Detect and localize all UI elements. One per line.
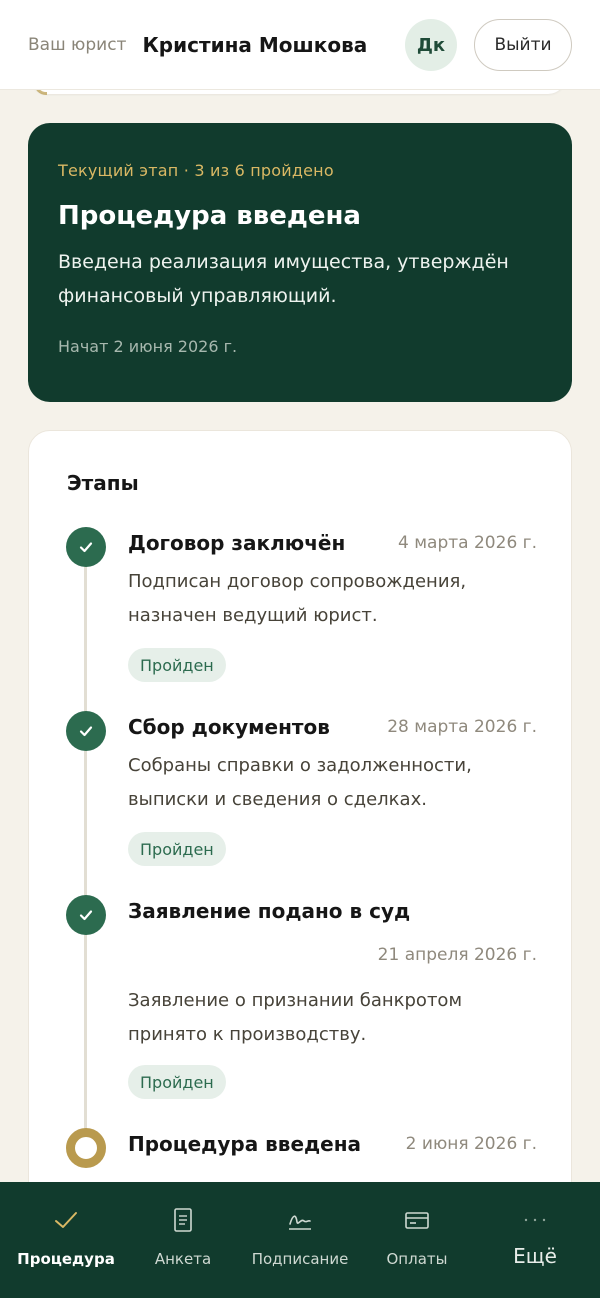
stage-description: Подписан договор сопровождения, назначен… — [128, 571, 467, 626]
current-stage-title: Процедура введена — [58, 201, 361, 231]
check-icon — [66, 895, 106, 935]
document-icon — [173, 1206, 193, 1234]
status-badge: Пройден — [128, 1065, 226, 1099]
nav-item-form[interactable]: Анкета — [128, 1182, 238, 1298]
lawyer-name: Кристина Мошкова — [142, 32, 368, 57]
nav-label: Процедура — [17, 1250, 115, 1268]
nav-label: Подписание — [251, 1250, 349, 1268]
lawyer-caption: Ваш юрист — [28, 34, 127, 55]
nav-item-procedure[interactable]: Процедура — [10, 1182, 122, 1298]
current-stage-started: Начат 2 июня 2026 г. — [58, 337, 238, 356]
nav-item-signing[interactable]: Подписание — [244, 1182, 356, 1298]
stage-date: 21 апреля 2026 г. — [377, 945, 537, 965]
stage-name: Заявление подано в суд — [128, 899, 411, 923]
nav-label: Анкета — [154, 1250, 212, 1268]
check-icon — [66, 711, 106, 751]
stage-name: Договор заключён — [128, 531, 346, 555]
stage-date: 2 июня 2026 г. — [405, 1134, 537, 1154]
stage-description: Заявление о признании банкротом принято … — [128, 990, 463, 1045]
card-icon — [404, 1206, 430, 1234]
logout-button[interactable]: Выйти — [474, 19, 572, 71]
check-icon — [53, 1206, 79, 1234]
nav-label: Оплаты — [386, 1250, 448, 1268]
avatar[interactable]: Дк — [405, 19, 457, 71]
app-header: Ваш юрист Кристина Мошкова Дк Выйти — [0, 0, 600, 90]
nav-item-more[interactable]: Ещё — [480, 1182, 590, 1298]
nav-label: Ещё — [513, 1244, 557, 1268]
bottom-nav: Процедура Анкета Подписание Оплаты Ещё — [0, 1182, 600, 1298]
current-stage-kicker: Текущий этап · 3 из 6 пройдено — [58, 161, 334, 180]
stage-name: Сбор документов — [128, 715, 330, 739]
status-badge: Пройден — [128, 648, 226, 682]
signature-icon — [287, 1206, 313, 1234]
stage-name: Процедура введена — [128, 1132, 362, 1156]
current-stage-description: Введена реализация имущества, утверждён … — [58, 251, 509, 307]
stage-date: 4 марта 2026 г. — [398, 533, 537, 553]
stage-description: Собраны справки о задолженности, выписки… — [128, 755, 472, 810]
stages-title: Этапы — [67, 471, 139, 495]
stage-date: 28 марта 2026 г. — [387, 717, 537, 737]
nav-item-payments[interactable]: Оплаты — [362, 1182, 472, 1298]
stages-card: Этапы Договор заключён 4 марта 2026 г. П… — [28, 430, 572, 1250]
more-dots-icon — [523, 1206, 547, 1234]
status-badge: Пройден — [128, 832, 226, 866]
check-icon — [66, 527, 106, 567]
timeline-line — [84, 549, 87, 1149]
current-stage-marker — [66, 1128, 106, 1168]
current-stage-card: Текущий этап · 3 из 6 пройдено Процедура… — [28, 123, 572, 402]
